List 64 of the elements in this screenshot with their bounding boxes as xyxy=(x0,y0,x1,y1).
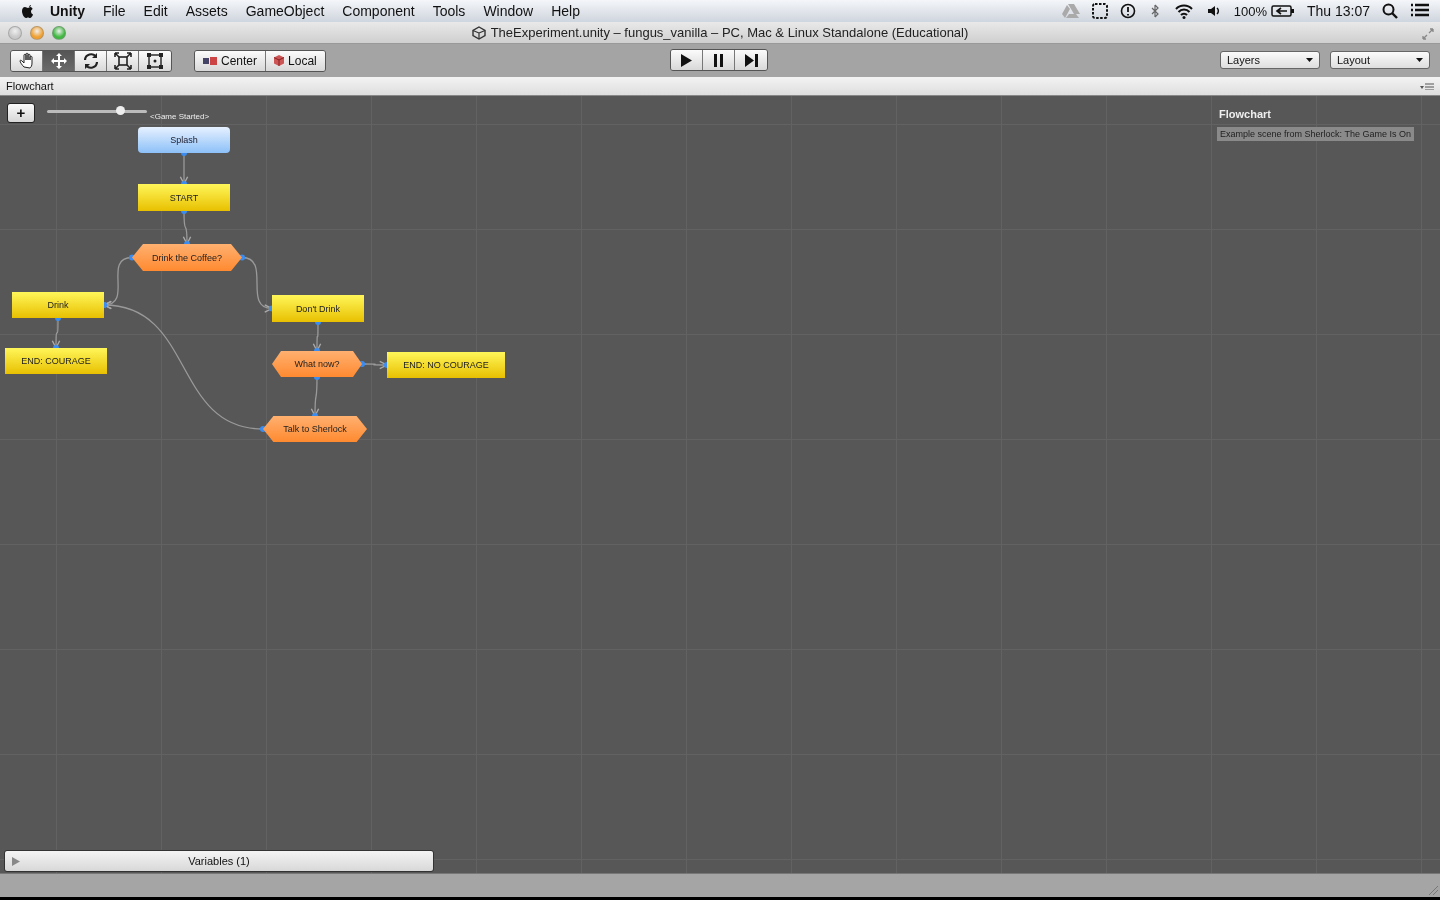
flowchart-block[interactable]: END: COURAGE xyxy=(5,348,107,374)
four-arrows-icon xyxy=(49,51,68,70)
clock-text[interactable]: Thu 13:07 xyxy=(1306,3,1370,19)
list-icon[interactable] xyxy=(1410,3,1430,19)
search-icon[interactable] xyxy=(1382,3,1398,19)
menu-item[interactable]: Tools xyxy=(423,3,475,19)
menu-item[interactable]: Help xyxy=(542,3,589,19)
rotate-arrows-icon xyxy=(81,51,100,70)
choice-node[interactable]: Drink the Coffee? xyxy=(132,244,242,271)
menu-item[interactable]: GameObject xyxy=(236,3,334,19)
add-block-button[interactable]: + xyxy=(7,103,35,123)
flowchart-block[interactable]: Drink xyxy=(12,292,104,318)
local-button[interactable]: Local xyxy=(266,50,325,71)
speaker-icon[interactable] xyxy=(1205,3,1222,19)
app-menu[interactable]: Unity xyxy=(36,3,94,19)
pivot-icon xyxy=(203,55,217,66)
scale-tool-button[interactable] xyxy=(107,50,139,71)
hand-icon xyxy=(17,51,36,70)
flowchart-block[interactable]: END: NO COURAGE xyxy=(387,352,505,378)
hand-tool-button[interactable] xyxy=(11,50,43,71)
menu-item[interactable]: Assets xyxy=(176,3,237,19)
panel-menu-icon[interactable] xyxy=(1420,82,1434,90)
pause-button[interactable] xyxy=(703,50,735,70)
play-icon xyxy=(679,52,694,68)
window-title: TheExperiment.unity – fungus_vanilla – PC, Mac & Linux Standalone (Educational) xyxy=(490,25,969,40)
rect-handles-icon xyxy=(146,51,164,70)
flowchart-title: Flowchart xyxy=(1219,108,1271,120)
move-tool-button[interactable] xyxy=(43,50,75,71)
step-icon xyxy=(743,52,759,68)
rect-tool-button[interactable] xyxy=(139,50,171,71)
menu-item[interactable]: File xyxy=(94,3,135,19)
step-button[interactable] xyxy=(735,50,767,70)
apple-icon xyxy=(20,2,36,20)
wifi-icon[interactable] xyxy=(1173,3,1194,19)
fullscreen-arrows-icon[interactable] xyxy=(1422,28,1434,40)
caret-icon xyxy=(1306,58,1313,62)
battery-percentage: 100% xyxy=(1233,3,1267,19)
unity-logo-icon xyxy=(471,25,486,40)
layers-dropdown[interactable]: Layers xyxy=(1220,51,1320,69)
flowchart-block[interactable]: START xyxy=(138,184,230,211)
flowchart-block[interactable]: Don't Drink xyxy=(272,295,364,322)
event-block[interactable]: Splash xyxy=(138,127,230,153)
pause-icon xyxy=(711,52,726,68)
choice-node[interactable]: What now? xyxy=(272,351,362,377)
cube-icon xyxy=(274,55,285,66)
flowchart-description: Example scene from Sherlock: The Game Is On xyxy=(1217,127,1414,141)
scale-arrows-icon xyxy=(113,51,132,70)
battery-icon[interactable] xyxy=(1270,4,1295,18)
slider-thumb[interactable] xyxy=(116,106,125,115)
caret-icon xyxy=(1416,58,1423,62)
window-tab[interactable]: Flowchart xyxy=(6,80,54,92)
play-button[interactable] xyxy=(671,50,703,70)
variables-label: Variables (1) xyxy=(188,855,250,867)
rotate-tool-button[interactable] xyxy=(75,50,107,71)
resize-grip-icon[interactable] xyxy=(1428,885,1438,895)
menu-item[interactable]: Edit xyxy=(134,3,177,19)
layout-dropdown[interactable]: Layout xyxy=(1330,51,1430,69)
choice-node[interactable]: Talk to Sherlock xyxy=(263,416,367,442)
center-button[interactable]: Center xyxy=(195,50,267,71)
dashed-square-icon[interactable] xyxy=(1091,3,1108,19)
event-label: <Game Started> xyxy=(150,112,210,121)
variables-panel[interactable]: Variables (1) xyxy=(4,850,434,872)
menu-item[interactable]: Component xyxy=(333,3,424,19)
menu-item[interactable]: Window xyxy=(474,3,543,19)
